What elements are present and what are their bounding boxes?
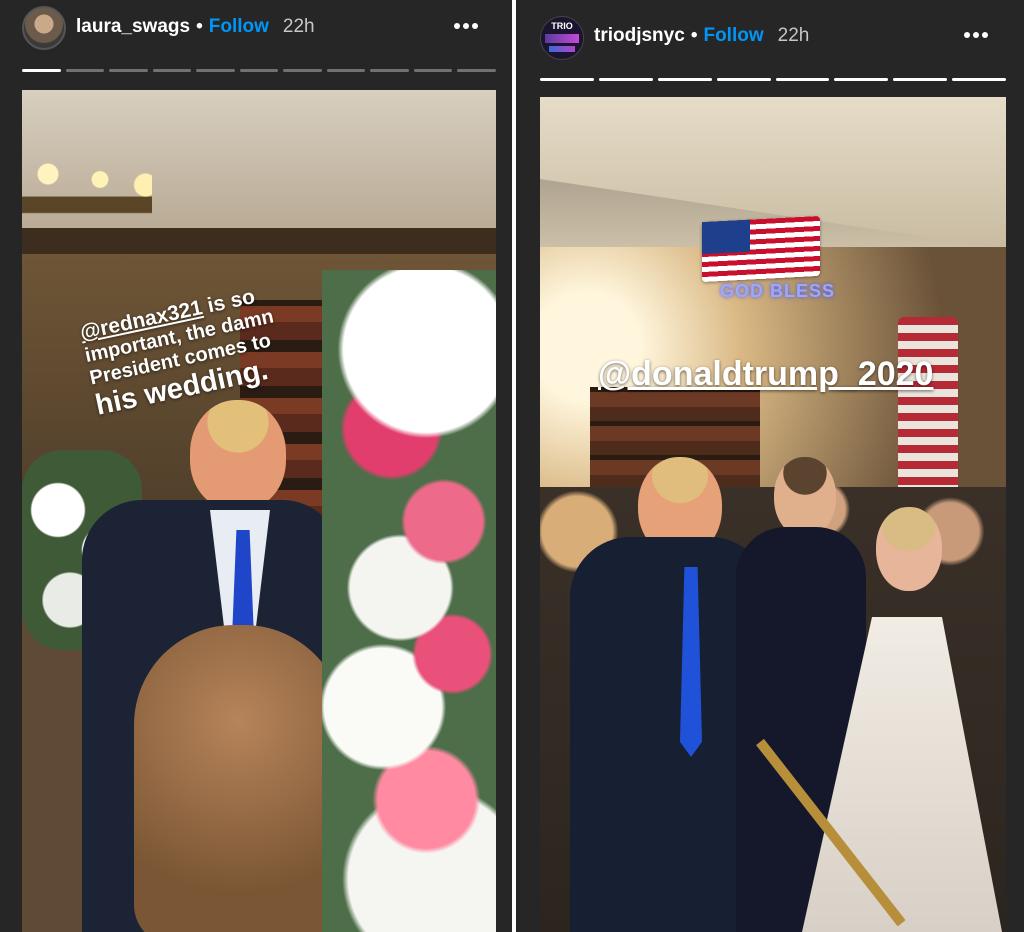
progress-segment — [775, 78, 830, 81]
follow-button[interactable]: Follow — [703, 25, 763, 47]
progress-segment — [152, 69, 192, 72]
flag-gif — [702, 215, 820, 283]
story-photo[interactable]: @rednax321 is so important, the damn Pre… — [22, 90, 496, 932]
flowers-right — [322, 270, 496, 932]
separator-dot: • — [196, 16, 203, 37]
separator-dot: • — [690, 25, 698, 46]
progress-segment — [22, 69, 61, 72]
progress-segment — [952, 78, 1006, 81]
foreground-person — [134, 625, 344, 932]
user-avatar[interactable] — [22, 6, 66, 50]
bride-head — [876, 507, 942, 591]
progress-segment — [716, 78, 771, 81]
wall-trim — [22, 228, 496, 254]
progress-segment — [598, 78, 653, 81]
story-header: TRIO triodjsnyc • Follow 22h — [516, 0, 1024, 62]
progress-segment — [283, 69, 322, 72]
user-row: laura_swags • Follow 22h — [76, 16, 315, 38]
progress-segment — [109, 69, 148, 72]
chandelier — [22, 130, 152, 240]
progress-segment — [540, 78, 594, 81]
more-options-icon[interactable] — [964, 32, 988, 38]
progress-segment — [326, 69, 366, 72]
story-progress-bar — [540, 78, 1006, 81]
progress-segment — [893, 78, 948, 81]
groom-head — [774, 457, 836, 537]
user-mention[interactable]: @donaldtrump_2020 — [598, 355, 933, 394]
avatar-logo-text: TRIO — [551, 21, 573, 31]
username[interactable]: triodjsnyc — [594, 25, 685, 47]
person-head — [190, 400, 286, 510]
american-flag — [898, 317, 958, 497]
story-photo[interactable]: GOD BLESS @donaldtrump_2020 — [540, 97, 1006, 932]
story-header: laura_swags • Follow 22h — [0, 0, 512, 62]
username[interactable]: laura_swags — [76, 16, 190, 38]
god-bless-gif-text: GOD BLESS — [720, 281, 836, 301]
follow-button[interactable]: Follow — [209, 16, 269, 38]
avatar-logo-band — [545, 34, 579, 43]
progress-segment — [657, 78, 712, 81]
progress-segment — [370, 69, 409, 72]
progress-segment — [196, 69, 235, 72]
progress-segment — [413, 69, 453, 72]
story-panel-left[interactable]: laura_swags • Follow 22h @rednax321 is s… — [0, 0, 512, 932]
user-row: triodjsnyc • Follow 22h — [594, 25, 809, 47]
story-panel-right[interactable]: TRIO triodjsnyc • Follow 22h GOD BLESS @… — [516, 0, 1024, 932]
progress-segment — [457, 69, 497, 72]
flag-canton — [702, 219, 750, 255]
user-avatar[interactable]: TRIO — [540, 16, 584, 60]
more-options-icon[interactable] — [454, 23, 478, 29]
story-progress-bar — [22, 69, 497, 72]
progress-segment — [65, 69, 105, 72]
progress-segment — [239, 69, 279, 72]
progress-segment — [834, 78, 889, 81]
timestamp: 22h — [777, 25, 810, 46]
avatar-logo-band — [549, 46, 575, 52]
timestamp: 22h — [282, 16, 315, 37]
